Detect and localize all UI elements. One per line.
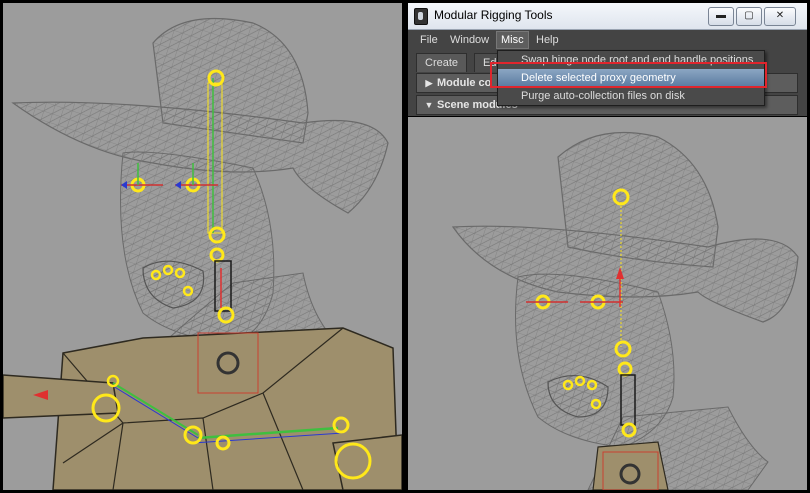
highlight-annotation-box (490, 62, 767, 88)
modular-rigging-tools-window: Modular Rigging Tools ▬ ▢ ✕ File Window … (408, 3, 807, 116)
viewport-left[interactable] (3, 3, 402, 490)
wireframe-scene-right (451, 131, 799, 490)
minimize-button[interactable]: ▬ (708, 7, 734, 26)
tab-create[interactable]: Create (416, 53, 468, 72)
maya-icon (414, 8, 428, 25)
menu-help[interactable]: Help (532, 32, 563, 48)
maximize-button[interactable]: ▢ (736, 7, 762, 26)
triangle-right-icon: ▶ (425, 78, 433, 88)
menu-misc[interactable]: Misc (496, 31, 529, 49)
menu-file[interactable]: File (416, 32, 442, 48)
close-button[interactable]: ✕ (764, 7, 796, 26)
title-bar[interactable]: Modular Rigging Tools ▬ ▢ ✕ (408, 3, 807, 30)
triangle-down-icon: ▼ (424, 100, 434, 110)
frame-module-control-label: Module co (437, 77, 492, 89)
menu-bar: File Window Misc Help (408, 30, 807, 50)
menu-item-purge-auto-collection[interactable]: Purge auto-collection files on disk (498, 87, 764, 105)
viewport-right[interactable] (408, 117, 807, 490)
wireframe-scene-left (3, 17, 402, 490)
window-title: Modular Rigging Tools (434, 8, 553, 22)
menu-window[interactable]: Window (446, 32, 493, 48)
